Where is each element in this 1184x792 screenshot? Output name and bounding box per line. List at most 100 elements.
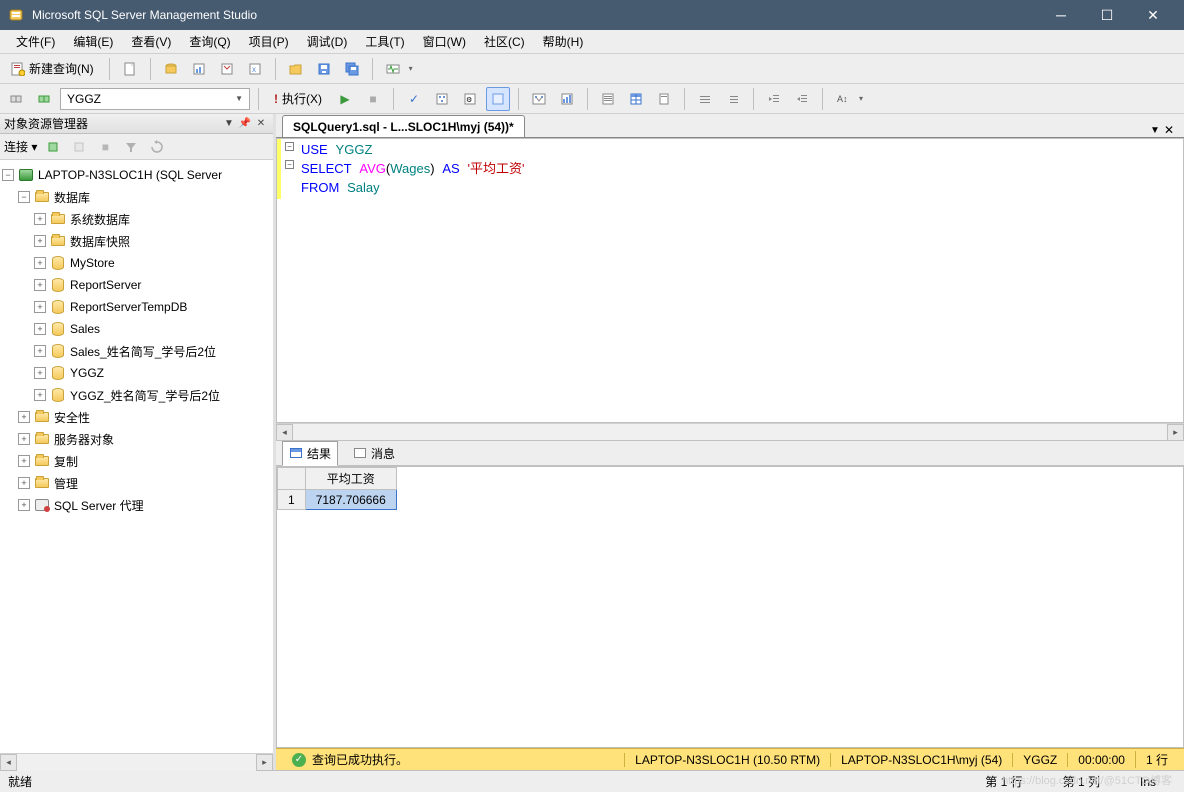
- outdent-icon[interactable]: [762, 87, 786, 111]
- debug-icon[interactable]: ▶: [333, 87, 357, 111]
- results-to-file-icon[interactable]: [652, 87, 676, 111]
- stop-icon[interactable]: ■: [95, 137, 115, 157]
- tab-results[interactable]: 结果: [282, 441, 338, 466]
- rownum-header: [278, 468, 306, 490]
- window-title: Microsoft SQL Server Management Studio: [32, 8, 1038, 22]
- estimated-plan-icon[interactable]: [430, 87, 454, 111]
- intellisense-icon[interactable]: [486, 87, 510, 111]
- tree-db-item[interactable]: +MyStore: [2, 252, 271, 274]
- menu-view[interactable]: 查看(V): [123, 30, 179, 53]
- app-icon: [8, 7, 24, 23]
- tree-replication[interactable]: +复制: [2, 450, 271, 472]
- scroll-right-icon[interactable]: ▸: [256, 754, 273, 771]
- xmla-query-icon[interactable]: X: [243, 57, 267, 81]
- close-panel-icon[interactable]: ✕: [253, 116, 269, 132]
- status-line: 第 1 行: [965, 773, 1042, 790]
- tree-security[interactable]: +安全性: [2, 406, 271, 428]
- database-combo[interactable]: YGGZ ▼: [60, 88, 250, 110]
- status-col: 第 1 列: [1043, 773, 1120, 790]
- toolbar-standard: 新建查询(N) X ▾: [0, 54, 1184, 84]
- tree-server-root[interactable]: −LAPTOP-N3SLOC1H (SQL Server: [2, 164, 271, 186]
- parse-icon[interactable]: ✓: [402, 87, 426, 111]
- uncomment-icon[interactable]: [721, 87, 745, 111]
- tree-databases[interactable]: −数据库: [2, 186, 271, 208]
- tree-db-item[interactable]: +YGGZ_姓名简写_学号后2位: [2, 384, 271, 406]
- menu-debug[interactable]: 调试(D): [299, 30, 356, 53]
- execute-button[interactable]: ! 执行(X): [267, 87, 329, 111]
- results-grid[interactable]: 平均工资 1 7187.706666: [276, 466, 1184, 748]
- menu-query[interactable]: 查询(Q): [181, 30, 238, 53]
- new-file-icon[interactable]: [118, 57, 142, 81]
- editor-hscroll[interactable]: ◂ ▸: [276, 423, 1184, 440]
- tab-messages[interactable]: 消息: [346, 441, 402, 466]
- connect-server-icon[interactable]: [43, 137, 63, 157]
- menu-window[interactable]: 窗口(W): [415, 30, 474, 53]
- query-options-icon[interactable]: ⚙: [458, 87, 482, 111]
- tree-database-snapshots[interactable]: +数据库快照: [2, 230, 271, 252]
- tree-db-item[interactable]: +Sales_姓名简写_学号后2位: [2, 340, 271, 362]
- db-engine-query-icon[interactable]: [159, 57, 183, 81]
- close-button[interactable]: ✕: [1130, 0, 1176, 30]
- tree-db-item[interactable]: +YGGZ: [2, 362, 271, 384]
- status-elapsed: 00:00:00: [1067, 753, 1135, 767]
- include-stats-icon[interactable]: [555, 87, 579, 111]
- disconnect-icon[interactable]: [69, 137, 89, 157]
- sql-editor[interactable]: − − USE YGGZ SELECT AVG(Wages) AS '平均工资'…: [276, 138, 1184, 423]
- save-all-icon[interactable]: [340, 57, 364, 81]
- include-plan-icon[interactable]: [527, 87, 551, 111]
- connect-label[interactable]: 连接 ▾: [4, 138, 37, 155]
- comment-icon[interactable]: [693, 87, 717, 111]
- sql-function: AVG: [359, 161, 386, 176]
- tree-management[interactable]: +管理: [2, 472, 271, 494]
- tab-results-label: 结果: [307, 445, 331, 462]
- results-to-grid-icon[interactable]: [624, 87, 648, 111]
- menu-project[interactable]: 项目(P): [241, 30, 297, 53]
- sql-document-tab[interactable]: SQLQuery1.sql - L...SLOC1H\myj (54))*: [282, 115, 525, 137]
- change-connection-icon[interactable]: [32, 87, 56, 111]
- object-explorer-tree[interactable]: −LAPTOP-N3SLOC1H (SQL Server −数据库 +系统数据库…: [0, 160, 273, 753]
- tree-agent[interactable]: +SQL Server 代理: [2, 494, 271, 516]
- tree-db-item[interactable]: +ReportServerTempDB: [2, 296, 271, 318]
- scroll-left-icon[interactable]: ◂: [0, 754, 17, 771]
- tree-db-item[interactable]: +Sales: [2, 318, 271, 340]
- cell-value[interactable]: 7187.706666: [305, 490, 396, 510]
- analysis-query-icon[interactable]: [187, 57, 211, 81]
- menu-edit[interactable]: 编辑(E): [65, 30, 121, 53]
- open-file-icon[interactable]: [284, 57, 308, 81]
- scroll-left-icon[interactable]: ◂: [276, 424, 293, 441]
- column-header[interactable]: 平均工资: [305, 468, 396, 490]
- table-row[interactable]: 1 7187.706666: [278, 490, 397, 510]
- scroll-right-icon[interactable]: ▸: [1167, 424, 1184, 441]
- results-to-text-icon[interactable]: [596, 87, 620, 111]
- maximize-button[interactable]: ☐: [1084, 0, 1130, 30]
- specify-template-icon[interactable]: A↕: [831, 87, 855, 111]
- object-explorer-panel: 对象资源管理器 ▼ 📌 ✕ 连接 ▾ ■ −LAPTOP-N3SLOC1H (S…: [0, 114, 276, 770]
- tree-server-objects[interactable]: +服务器对象: [2, 428, 271, 450]
- refresh-icon[interactable]: [147, 137, 167, 157]
- pin-icon[interactable]: 📌: [237, 116, 253, 132]
- tree-system-databases[interactable]: +系统数据库: [2, 208, 271, 230]
- tab-dropdown-icon[interactable]: ▼: [1150, 125, 1160, 136]
- dropdown-icon[interactable]: ▼: [221, 116, 237, 132]
- objexp-hscroll[interactable]: ◂ ▸: [0, 753, 273, 770]
- tree-db-item[interactable]: +ReportServer: [2, 274, 271, 296]
- tab-close-icon[interactable]: ✕: [1164, 123, 1174, 137]
- activity-monitor-icon[interactable]: [381, 57, 405, 81]
- connect-icon[interactable]: [4, 87, 28, 111]
- indent-icon[interactable]: [790, 87, 814, 111]
- menu-community[interactable]: 社区(C): [476, 30, 533, 53]
- save-icon[interactable]: [312, 57, 336, 81]
- menu-help[interactable]: 帮助(H): [535, 30, 592, 53]
- object-explorer-header: 对象资源管理器 ▼ 📌 ✕: [0, 114, 273, 134]
- fold-icon[interactable]: −: [285, 160, 294, 169]
- fold-icon[interactable]: −: [285, 142, 294, 151]
- statusbar: 就绪 第 1 行 第 1 列 Ins: [0, 770, 1184, 792]
- mdx-query-icon[interactable]: [215, 57, 239, 81]
- filter-icon[interactable]: [121, 137, 141, 157]
- stop-icon[interactable]: ■: [361, 87, 385, 111]
- sql-keyword: FROM: [301, 180, 339, 195]
- new-query-button[interactable]: 新建查询(N): [4, 57, 101, 81]
- menu-file[interactable]: 文件(F): [8, 30, 63, 53]
- minimize-button[interactable]: ─: [1038, 0, 1084, 30]
- menu-tools[interactable]: 工具(T): [357, 30, 412, 53]
